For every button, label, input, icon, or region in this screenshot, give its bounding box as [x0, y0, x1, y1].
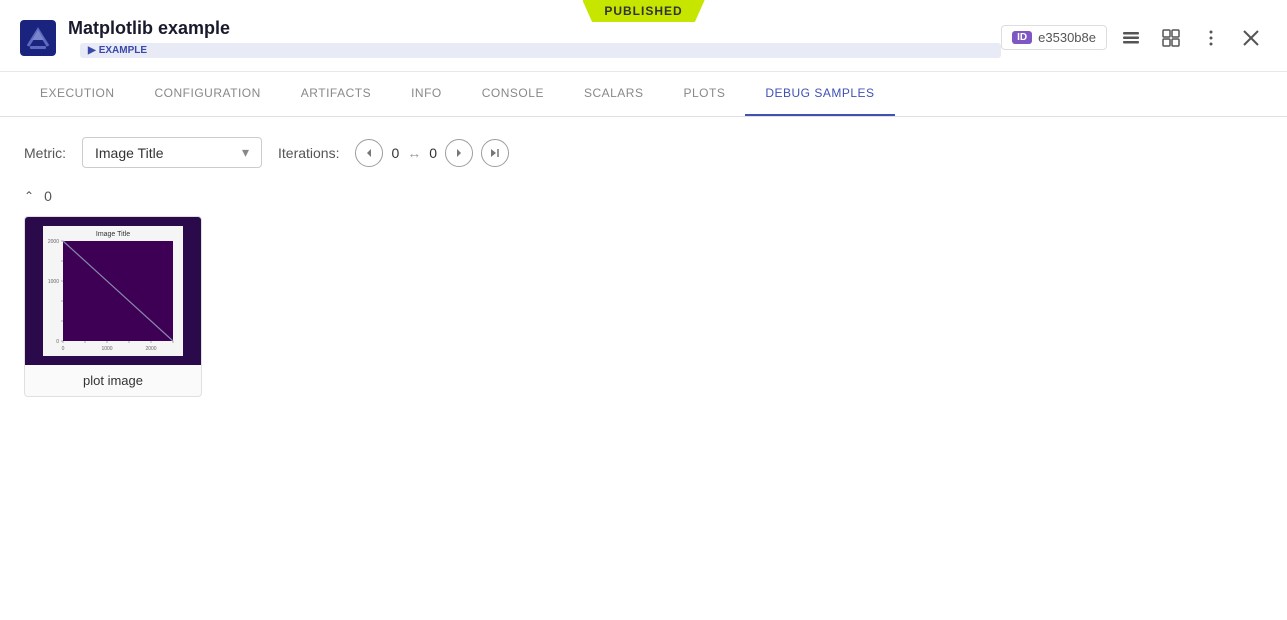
tab-plots[interactable]: PLOTS	[663, 72, 745, 116]
iter-prev-button[interactable]	[355, 139, 383, 167]
iterations-controls: 0 ↔ 0	[355, 139, 509, 167]
svg-text:1000: 1000	[101, 346, 112, 352]
tab-configuration[interactable]: CONFIGURATION	[135, 72, 281, 116]
close-button[interactable]	[1235, 22, 1267, 54]
tab-artifacts[interactable]: ARTIFACTS	[281, 72, 391, 116]
image-card-thumbnail: Image Title	[25, 217, 201, 365]
svg-text:0: 0	[62, 346, 65, 352]
id-label: ID	[1012, 31, 1032, 44]
iterations-label: Iterations:	[278, 145, 339, 161]
tab-scalars[interactable]: SCALARS	[564, 72, 664, 116]
metric-value: Image Title	[95, 145, 163, 161]
svg-text:0: 0	[56, 339, 59, 345]
image-card[interactable]: Image Title	[24, 216, 202, 397]
iter-last-button[interactable]	[481, 139, 509, 167]
image-card-label: plot image	[25, 365, 201, 396]
example-badge[interactable]: ▶ EXAMPLE	[80, 43, 1001, 58]
iter-from-value: 0	[391, 145, 399, 161]
menu-button[interactable]	[1195, 22, 1227, 54]
metric-select[interactable]: Image Title ▾	[82, 137, 262, 168]
main-content: Metric: Image Title ▾ Iterations: 0 ↔ 0 …	[0, 117, 1287, 417]
tab-execution[interactable]: EXECUTION	[20, 72, 135, 116]
metric-label: Metric:	[24, 145, 66, 161]
nav-tabs: EXECUTION CONFIGURATION ARTIFACTS INFO C…	[0, 72, 1287, 117]
published-label: PUBLISHED	[604, 4, 682, 18]
svg-text:2000: 2000	[48, 239, 59, 245]
published-banner: PUBLISHED	[582, 0, 704, 22]
app-title: Matplotlib example	[68, 18, 1001, 39]
example-badge-label: EXAMPLE	[99, 45, 147, 56]
tab-info[interactable]: INFO	[391, 72, 462, 116]
header-title-group: Matplotlib example ▶ EXAMPLE	[68, 18, 1001, 58]
tab-console[interactable]: CONSOLE	[462, 72, 564, 116]
svg-text:2000: 2000	[145, 346, 156, 352]
tab-debug-samples[interactable]: DEBUG SAMPLES	[745, 72, 894, 116]
metric-row: Metric: Image Title ▾ Iterations: 0 ↔ 0	[24, 137, 1263, 168]
iter-separator: ↔	[407, 145, 421, 161]
metric-dropdown-arrow: ▾	[242, 144, 249, 161]
id-badge: ID e3530b8e	[1001, 25, 1107, 50]
section-collapse-button[interactable]: ⌃	[24, 189, 34, 203]
list-view-button[interactable]	[1115, 22, 1147, 54]
section-header: ⌃ 0	[24, 188, 1263, 204]
id-value: e3530b8e	[1038, 30, 1096, 45]
svg-text:1000: 1000	[48, 279, 59, 285]
header-actions: ID e3530b8e	[1001, 22, 1267, 54]
section-value: 0	[44, 188, 52, 204]
app-logo	[20, 20, 56, 56]
iter-to-value: 0	[429, 145, 437, 161]
iter-next-button[interactable]	[445, 139, 473, 167]
example-badge-arrow: ▶	[88, 45, 96, 56]
grid-view-button[interactable]	[1155, 22, 1187, 54]
svg-text:Image Title: Image Title	[96, 231, 130, 238]
image-grid: Image Title	[24, 216, 1263, 397]
